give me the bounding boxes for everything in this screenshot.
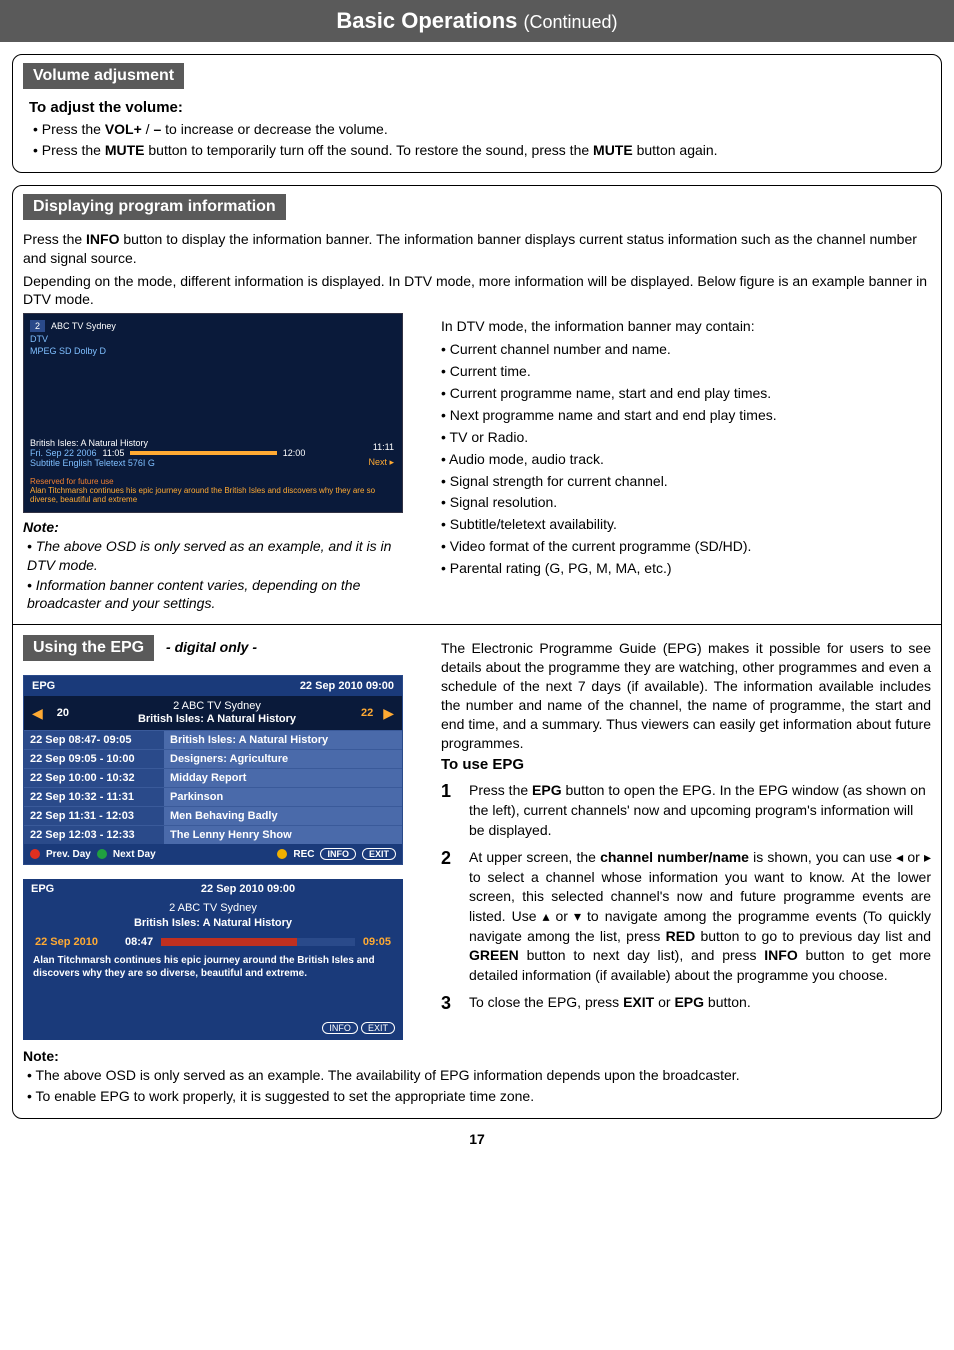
section-program-info: Displaying program information Press the…: [12, 185, 942, 1119]
vol-bullet-1: Press the VOL+ / – to increase or decrea…: [33, 120, 931, 139]
epg-ch-left: 20: [43, 707, 83, 719]
green-dot-icon: [97, 849, 107, 859]
disp-note-2: Information banner content varies, depen…: [27, 576, 423, 612]
step-2-text: At upper screen, the channel number/name…: [469, 848, 931, 985]
volume-bullets: Press the VOL+ / – to increase or decrea…: [23, 120, 931, 160]
heading-epg: Using the EPG: [23, 635, 154, 661]
heading-program-info: Displaying program information: [23, 194, 286, 220]
epg-list-title: EPG: [32, 680, 300, 692]
step-3-num: 3: [441, 993, 459, 1014]
vol-bullet-2: Press the MUTE button to temporarily tur…: [33, 141, 931, 160]
epg-detail-desc: Alan Titchmarsh continues his epic journ…: [23, 951, 403, 1020]
epg-note-list: The above OSD is only served as an examp…: [23, 1066, 931, 1106]
page-title-bar: Basic Operations (Continued): [0, 0, 954, 42]
disp-note-1: The above OSD is only served as an examp…: [27, 537, 423, 573]
heading-volume: Volume adjusment: [23, 63, 184, 89]
info-pill: INFO: [320, 848, 356, 860]
disp-right-list: Current channel number and name. Current…: [441, 340, 931, 578]
section-volume: Volume adjusment To adjust the volume: P…: [12, 54, 942, 173]
step-3-text: To close the EPG, press EXIT or EPG butt…: [469, 993, 931, 1014]
osd-desc: Alan Titchmarsh continues his epic journ…: [30, 487, 396, 505]
subhead-adjust-volume: To adjust the volume:: [29, 99, 931, 116]
page-title: Basic Operations: [336, 8, 517, 33]
red-dot-icon: [30, 849, 40, 859]
osd-next: Next ▸: [368, 457, 394, 468]
osd-progress-bar: [130, 451, 276, 455]
progress-bar: [161, 938, 355, 946]
epg-detail-panel: EPG 22 Sep 2010 09:00 2 ABC TV Sydney Br…: [23, 879, 403, 1040]
note-label: Note:: [23, 519, 59, 535]
page-number: 17: [0, 1131, 954, 1147]
step-2-num: 2: [441, 848, 459, 985]
right-arrow-icon: ▶: [383, 705, 394, 722]
left-arrow-icon: ◀: [32, 705, 43, 722]
disp-para-2: Depending on the mode, different informa…: [23, 272, 931, 310]
disp-right-lead: In DTV mode, the information banner may …: [441, 317, 931, 336]
epg-ch-right: 22: [351, 707, 383, 719]
disp-para-1: Press the INFO button to display the inf…: [23, 230, 931, 268]
to-use-epg: To use EPG: [441, 756, 931, 773]
osd-prog: British Isles: A Natural History: [30, 438, 396, 448]
epg-intro: The Electronic Programme Guide (EPG) mak…: [441, 639, 931, 752]
info-pill-2: INFO: [322, 1022, 358, 1034]
disp-notes: The above OSD is only served as an examp…: [23, 537, 423, 612]
exit-pill-2: EXIT: [361, 1022, 395, 1034]
osd-example-image: 2 ABC TV Sydney DTV MPEG SD Dolby D 11:1…: [23, 313, 403, 513]
osd-ch-name: ABC TV Sydney: [51, 321, 116, 331]
osd-ch-no: 2: [30, 320, 45, 332]
page-title-continued: (Continued): [524, 12, 618, 32]
exit-pill: EXIT: [362, 848, 396, 860]
step-1-text: Press the EPG button to open the EPG. In…: [469, 781, 931, 840]
digital-only: - digital only -: [166, 639, 257, 655]
yellow-dot-icon: [277, 849, 287, 859]
epg-list-panel: EPG 22 Sep 2010 09:00 ◀ 20 2 ABC TV Sydn…: [23, 675, 403, 865]
epg-note-label: Note:: [23, 1048, 59, 1064]
epg-list-datetime: 22 Sep 2010 09:00: [300, 680, 394, 692]
step-1-num: 1: [441, 781, 459, 840]
